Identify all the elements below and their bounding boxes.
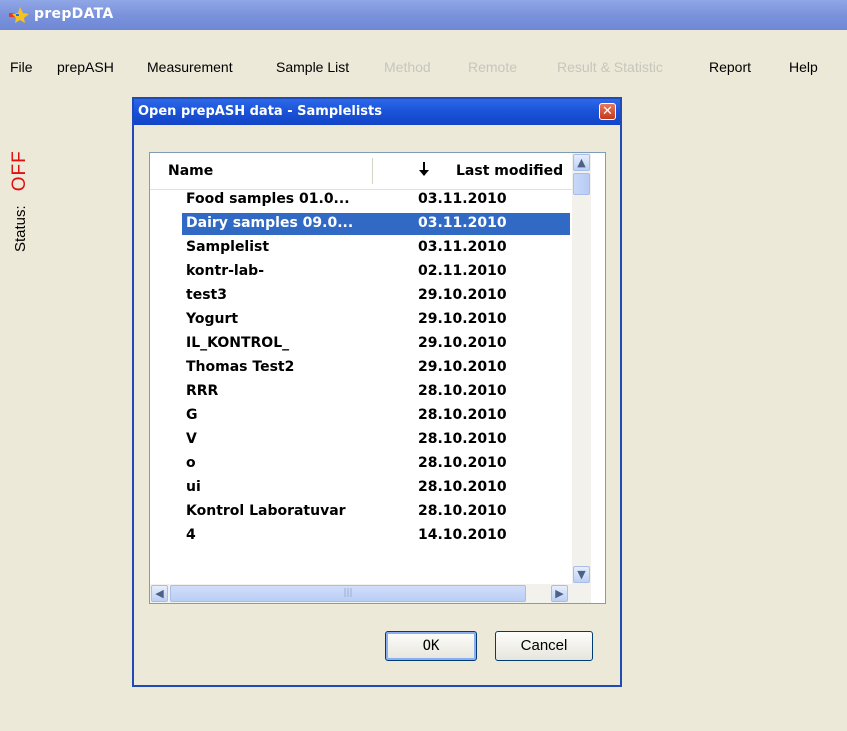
horizontal-scroll-thumb[interactable]: ||| [170, 585, 526, 602]
table-row[interactable]: Samplelist 03.11.2010 [182, 237, 570, 259]
table-row[interactable]: G 28.10.2010 [182, 405, 570, 427]
row-last-modified: 28.10.2010 [418, 431, 507, 447]
table-row[interactable]: Food samples 01.0... 03.11.2010 [182, 189, 570, 211]
row-last-modified: 29.10.2010 [418, 287, 507, 303]
row-name: RRR [186, 383, 219, 399]
menu-measurement[interactable]: Measurement [147, 59, 233, 75]
samplelist-listview[interactable]: Name Last modified Food samples 01.0... 0… [149, 152, 606, 604]
row-name: Food samples 01.0... [186, 191, 350, 207]
list-header: Name Last modified [150, 153, 572, 190]
menu-method[interactable]: Method [384, 59, 431, 75]
menu-sample-list[interactable]: Sample List [276, 59, 349, 75]
app-title: prepDATA [34, 6, 114, 22]
row-last-modified: 28.10.2010 [418, 455, 507, 471]
table-row[interactable]: o 28.10.2010 [182, 453, 570, 475]
vertical-scrollbar[interactable]: ▲ ▼ [572, 153, 591, 584]
row-name: V [186, 431, 197, 447]
row-last-modified: 02.11.2010 [418, 263, 507, 279]
row-last-modified: 29.10.2010 [418, 311, 507, 327]
status-indicator: Status: OFF [8, 98, 32, 258]
scroll-right-icon[interactable]: ▶ [551, 585, 568, 602]
row-name: G [186, 407, 198, 423]
row-name: Thomas Test2 [186, 359, 295, 375]
column-header-last-modified[interactable]: Last modified [456, 163, 563, 179]
table-row[interactable]: IL_KONTROL_ 29.10.2010 [182, 333, 570, 355]
dialog-title: Open prepASH data - Samplelists [138, 104, 382, 119]
table-row[interactable]: Kontrol Laboratuvar 28.10.2010 [182, 501, 570, 523]
scroll-left-icon[interactable]: ◀ [151, 585, 168, 602]
status-value: OFF [9, 150, 30, 192]
column-divider[interactable] [372, 158, 376, 184]
open-samplelists-dialog: Open prepASH data - Samplelists ✕ Name L… [132, 97, 622, 687]
row-name: o [186, 455, 196, 471]
row-last-modified: 03.11.2010 [418, 191, 507, 207]
menu-result-statistic[interactable]: Result & Statistic [557, 59, 663, 75]
close-icon[interactable]: ✕ [599, 103, 616, 120]
menu-file[interactable]: File [10, 59, 33, 75]
menu-help[interactable]: Help [789, 59, 818, 75]
row-name: IL_KONTROL_ [186, 335, 290, 351]
menu-remote[interactable]: Remote [468, 59, 517, 75]
column-header-name[interactable]: Name [168, 163, 213, 179]
row-last-modified: 03.11.2010 [418, 239, 507, 255]
table-row[interactable]: test3 29.10.2010 [182, 285, 570, 307]
table-row[interactable]: V 28.10.2010 [182, 429, 570, 451]
scroll-up-icon[interactable]: ▲ [573, 154, 590, 171]
status-label: Status: [11, 205, 29, 252]
sort-down-arrow-icon [418, 161, 430, 181]
table-row[interactable]: RRR 28.10.2010 [182, 381, 570, 403]
table-row[interactable]: Yogurt 29.10.2010 [182, 309, 570, 331]
horizontal-scrollbar[interactable]: ◀ ||| ▶ [150, 584, 591, 603]
row-name: Kontrol Laboratuvar [186, 503, 346, 519]
dialog-titlebar[interactable]: Open prepASH data - Samplelists ✕ [134, 99, 620, 125]
app-titlebar[interactable]: prepDATA [0, 0, 847, 30]
row-last-modified: 28.10.2010 [418, 479, 507, 495]
row-last-modified: 29.10.2010 [418, 359, 507, 375]
row-last-modified: 28.10.2010 [418, 407, 507, 423]
table-row[interactable]: kontr-lab- 02.11.2010 [182, 261, 570, 283]
menu-prepash[interactable]: prepASH [57, 59, 114, 75]
table-row[interactable]: Dairy samples 09.0... 03.11.2010 [182, 213, 570, 235]
row-last-modified: 14.10.2010 [418, 527, 507, 543]
prepdata-logo-icon [9, 7, 29, 23]
cancel-button-label: Cancel [520, 637, 568, 654]
row-name: Dairy samples 09.0... [186, 215, 354, 231]
row-last-modified: 28.10.2010 [418, 383, 507, 399]
row-name: kontr-lab- [186, 263, 265, 279]
row-name: 4 [186, 527, 196, 543]
row-last-modified: 28.10.2010 [418, 503, 507, 519]
cancel-button[interactable]: Cancel [495, 631, 593, 661]
row-name: Yogurt [186, 311, 239, 327]
row-name: test3 [186, 287, 227, 303]
menu-report[interactable]: Report [709, 59, 751, 75]
scroll-down-icon[interactable]: ▼ [573, 566, 590, 583]
row-last-modified: 29.10.2010 [418, 335, 507, 351]
vertical-scroll-thumb[interactable] [573, 173, 590, 195]
row-name: ui [186, 479, 201, 495]
row-last-modified: 03.11.2010 [418, 215, 507, 231]
ok-button[interactable]: OK [385, 631, 477, 661]
table-row[interactable]: ui 28.10.2010 [182, 477, 570, 499]
row-name: Samplelist [186, 239, 270, 255]
menubar: File prepASH Measurement Sample List Met… [0, 53, 847, 83]
table-row[interactable]: 4 14.10.2010 [182, 525, 570, 547]
table-row[interactable]: Thomas Test2 29.10.2010 [182, 357, 570, 379]
